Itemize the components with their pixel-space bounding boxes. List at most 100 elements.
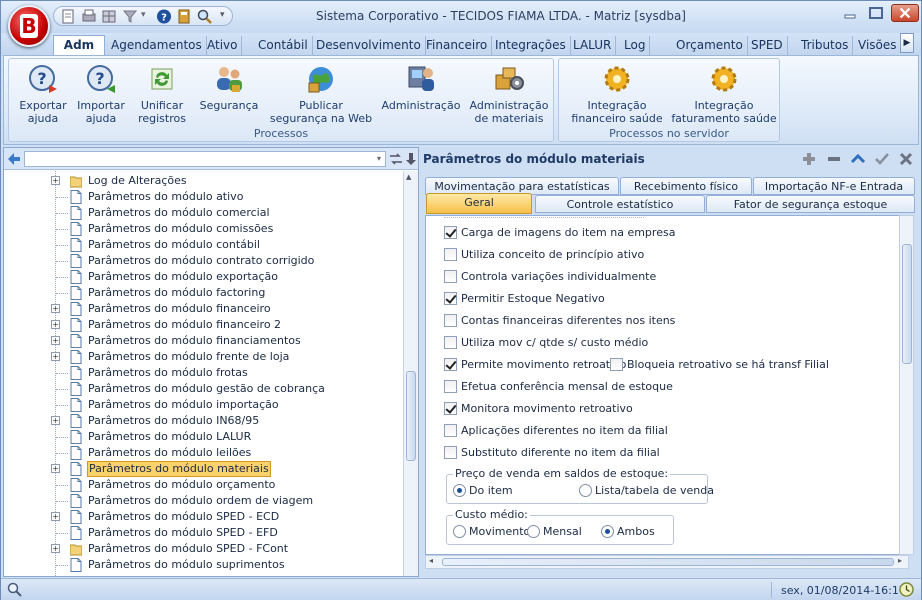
importar-ajuda-button[interactable]: ? Importar ajuda bbox=[73, 63, 129, 125]
tree-item-label[interactable]: Parâmetros do módulo contábil bbox=[87, 238, 261, 251]
checkbox-box[interactable] bbox=[444, 292, 457, 305]
hscroll-thumb[interactable] bbox=[442, 558, 894, 566]
content-horizontal-scrollbar[interactable]: ◂ ▸ bbox=[425, 555, 909, 569]
tab-contabil[interactable]: Contábil bbox=[254, 36, 313, 56]
tree-item[interactable]: Parâmetros do módulo gestão de cobrança bbox=[4, 381, 404, 397]
tab-recebimento-fisico[interactable]: Recebimento físico bbox=[620, 177, 752, 195]
tree-item-label[interactable]: Parâmetros do módulo exportação bbox=[87, 270, 279, 283]
tree-item[interactable]: Parâmetros do módulo comercial bbox=[4, 205, 404, 221]
checkbox-box[interactable] bbox=[610, 358, 623, 371]
tree-item-label[interactable]: Parâmetros do módulo leilões bbox=[87, 446, 252, 459]
tree-item[interactable]: Parâmetros do módulo ordem de viagem bbox=[4, 493, 404, 509]
checkbox-box[interactable] bbox=[444, 336, 457, 349]
tree-item[interactable]: Parâmetros do módulo leilões bbox=[4, 445, 404, 461]
tree-scroll-thumb[interactable] bbox=[406, 371, 416, 461]
expand-icon[interactable]: + bbox=[51, 352, 60, 361]
radio-dot[interactable] bbox=[453, 525, 466, 538]
filter-icon[interactable] bbox=[122, 9, 138, 24]
tree-item[interactable]: + Parâmetros do módulo frente de loja bbox=[4, 349, 404, 365]
radio-dot[interactable] bbox=[527, 525, 540, 538]
integracao-faturamento-saude-button[interactable]: Integração faturamento saúde bbox=[671, 63, 777, 125]
tab-visoes[interactable]: Visões bbox=[854, 36, 901, 56]
tab-tributos[interactable]: Tributos bbox=[797, 36, 854, 56]
tree-item-label[interactable]: Parâmetros do módulo gestão de cobrança bbox=[87, 382, 326, 395]
cancel-x-icon[interactable] bbox=[898, 151, 914, 167]
scroll-left-icon[interactable]: ◂ bbox=[429, 556, 433, 565]
tree-item-label[interactable]: Parâmetros do módulo orçamento bbox=[87, 478, 276, 491]
expand-icon[interactable]: + bbox=[51, 304, 60, 313]
tree-item-label[interactable]: Parâmetros do módulo financeiro 2 bbox=[87, 318, 282, 331]
tree-item[interactable]: + Parâmetros do módulo IN68/95 bbox=[4, 413, 404, 429]
checkbox-box[interactable] bbox=[444, 248, 457, 261]
tree-item[interactable]: + Parâmetros do módulo financiamentos bbox=[4, 333, 404, 349]
radio-dot[interactable] bbox=[601, 525, 614, 538]
tab-integracoes[interactable]: Integrações bbox=[491, 36, 571, 56]
tree-item[interactable]: Parâmetros do módulo comissões bbox=[4, 221, 404, 237]
tree-item-label[interactable]: Log de Alterações bbox=[87, 174, 188, 187]
tree-item[interactable]: Parâmetros do módulo contábil bbox=[4, 237, 404, 253]
content-scrollbar[interactable] bbox=[899, 215, 914, 555]
tree-item-label[interactable]: Parâmetros do módulo comercial bbox=[87, 206, 271, 219]
tab-orcamento[interactable]: Orçamento bbox=[672, 36, 748, 56]
tree-item-label[interactable]: Parâmetros do módulo financiamentos bbox=[87, 334, 302, 347]
tree-item-label[interactable]: Parâmetros do módulo LALUR bbox=[87, 430, 252, 443]
down-arrow-icon[interactable] bbox=[405, 152, 417, 166]
remove-icon[interactable] bbox=[826, 151, 842, 167]
tree-item[interactable]: Parâmetros do módulo SPED - EFD bbox=[4, 525, 404, 541]
tree-item-label[interactable]: Parâmetros do módulo IN68/95 bbox=[87, 414, 260, 427]
tree-item-label[interactable]: Parâmetros do módulo ordem de viagem bbox=[87, 494, 314, 507]
maximize-icon[interactable] bbox=[863, 4, 889, 22]
expand-icon[interactable]: + bbox=[51, 544, 60, 553]
tab-scroll-right-icon[interactable]: ▶ bbox=[900, 33, 914, 53]
scroll-right-icon[interactable]: ▸ bbox=[898, 556, 902, 565]
tab-agendamentos[interactable]: Agendamentos bbox=[107, 36, 207, 56]
tree-item[interactable]: Parâmetros do módulo orçamento bbox=[4, 477, 404, 493]
tree-item[interactable]: Parâmetros do módulo factoring bbox=[4, 285, 404, 301]
tree-item[interactable]: + Log de Alterações bbox=[4, 173, 404, 189]
administracao-materiais-button[interactable]: Administração de materiais bbox=[467, 63, 551, 125]
collapse-up-icon[interactable] bbox=[850, 151, 866, 167]
checkbox-box[interactable] bbox=[444, 446, 457, 459]
checkbox-box[interactable] bbox=[444, 402, 457, 415]
tree-item-label[interactable]: Parâmetros do módulo materiais bbox=[87, 461, 271, 477]
expand-icon[interactable]: + bbox=[51, 512, 60, 521]
search-icon[interactable] bbox=[7, 582, 22, 597]
tab-geral[interactable]: Geral bbox=[426, 193, 532, 214]
calculator-icon[interactable] bbox=[176, 9, 192, 24]
tab-log[interactable]: Log bbox=[620, 36, 651, 56]
tree-item[interactable]: Parâmetros do módulo LALUR bbox=[4, 429, 404, 445]
integracao-financeiro-saude-button[interactable]: Integração financeiro saúde bbox=[565, 63, 669, 125]
tree-item[interactable]: + Parâmetros do módulo financeiro 2 bbox=[4, 317, 404, 333]
tab-adm[interactable]: Adm bbox=[53, 35, 105, 57]
checkbox-box[interactable] bbox=[444, 358, 457, 371]
checkbox-box[interactable] bbox=[444, 424, 457, 437]
tree-search-input[interactable] bbox=[24, 151, 386, 167]
qat-more-icon[interactable]: ▾ bbox=[220, 10, 225, 20]
print-icon[interactable] bbox=[81, 9, 97, 24]
unificar-registros-button[interactable]: Unificar registros bbox=[133, 63, 191, 125]
seguranca-button[interactable]: Segurança bbox=[197, 63, 261, 112]
checkbox-box[interactable] bbox=[444, 226, 457, 239]
tab-controle-estatistico[interactable]: Controle estatístico bbox=[535, 195, 705, 213]
tree-item[interactable]: + Parâmetros do módulo SPED - FCont bbox=[4, 541, 404, 557]
tree-item-label[interactable]: Parâmetros do módulo contrato corrigido bbox=[87, 254, 315, 267]
search-dropdown-icon[interactable]: ▾ bbox=[373, 152, 385, 165]
scroll-up-icon[interactable]: ▲ bbox=[406, 173, 411, 181]
filter-dropdown-icon[interactable]: ▾ bbox=[141, 10, 146, 20]
confirm-check-icon[interactable] bbox=[874, 151, 890, 167]
tab-fator-seguranca-estoque[interactable]: Fator de segurança estoque bbox=[706, 195, 915, 213]
close-icon[interactable] bbox=[891, 4, 919, 22]
tree-item-label[interactable]: Parâmetros do módulo SPED - EFD bbox=[87, 526, 279, 539]
swap-icon[interactable] bbox=[389, 152, 403, 166]
tree-scrollbar[interactable]: ▲ bbox=[403, 171, 418, 576]
tree-item[interactable]: Parâmetros do módulo ativo bbox=[4, 189, 404, 205]
minimize-icon[interactable] bbox=[837, 4, 863, 22]
tab-sped[interactable]: SPED bbox=[747, 36, 788, 56]
administracao-button[interactable]: Administração bbox=[381, 63, 461, 112]
document-icon[interactable] bbox=[60, 9, 76, 24]
checkbox-box[interactable] bbox=[444, 270, 457, 283]
tab-financeiro[interactable]: Financeiro bbox=[422, 36, 493, 56]
app-logo-button[interactable]: B bbox=[8, 5, 50, 47]
tab-desenvolvimento[interactable]: Desenvolvimento bbox=[312, 36, 426, 56]
exportar-ajuda-button[interactable]: ? Exportar ajuda bbox=[15, 63, 71, 125]
